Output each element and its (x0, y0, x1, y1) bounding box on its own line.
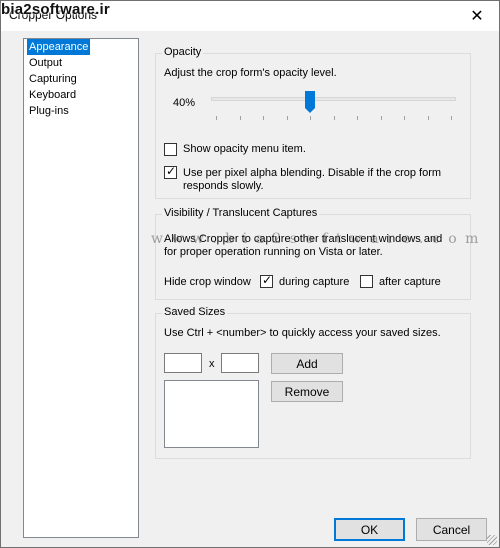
nav-item-output[interactable]: Output (27, 55, 64, 71)
slider-tick (357, 116, 358, 120)
hide-crop-window-label: Hide crop window (164, 276, 251, 288)
size-x-separator: x (209, 358, 215, 370)
slider-tick (404, 116, 405, 120)
show-opacity-menu-label: Show opacity menu item. (183, 143, 306, 155)
opacity-description: Adjust the crop form's opacity level. (164, 67, 337, 79)
visibility-description-line2: for proper operation running on Vista or… (164, 246, 383, 258)
slider-tick (451, 116, 452, 120)
during-capture-label: during capture (279, 276, 350, 288)
opacity-value-label: 40% (173, 97, 196, 109)
slider-tick (216, 116, 217, 120)
visibility-group-title: Visibility / Translucent Captures (162, 207, 320, 219)
slider-tick (310, 116, 311, 120)
title-bar[interactable]: Cropper Options bia2software.ir (1, 1, 499, 31)
slider-tick (427, 116, 429, 120)
saved-sizes-description: Use Ctrl + <number> to quickly access yo… (164, 327, 441, 339)
during-capture-checkbox[interactable] (260, 273, 273, 288)
opacity-slider-track[interactable] (211, 97, 456, 101)
opacity-group-title: Opacity (162, 46, 204, 58)
ok-button[interactable]: OK (334, 518, 405, 541)
options-nav-list[interactable]: Appearance Output Capturing Keyboard Plu… (23, 38, 139, 538)
resize-grip-icon[interactable] (487, 535, 497, 545)
add-size-button[interactable]: Add (271, 353, 343, 374)
after-capture-label: after capture (379, 276, 441, 288)
after-capture-checkbox[interactable] (360, 275, 373, 288)
saved-size-width-input[interactable] (164, 353, 202, 373)
watermark-overlay: w w w . b i a 2 s o f t w a r e . c o m (151, 231, 481, 247)
slider-tick (239, 116, 241, 120)
nav-item-capturing[interactable]: Capturing (27, 71, 79, 87)
saved-sizes-list[interactable] (164, 380, 259, 448)
cropper-options-window: Cropper Options bia2software.ir Appearan… (0, 0, 500, 548)
nav-item-keyboard[interactable]: Keyboard (27, 87, 78, 103)
opacity-slider-thumb[interactable] (305, 91, 315, 113)
slider-tick (380, 116, 382, 120)
slider-tick (286, 116, 288, 120)
nav-item-plug-ins[interactable]: Plug-ins (27, 103, 71, 119)
saved-size-height-input[interactable] (221, 353, 259, 373)
alpha-blending-label-line1: Use per pixel alpha blending. Disable if… (183, 167, 442, 179)
remove-size-button[interactable]: Remove (271, 381, 343, 402)
alpha-blending-checkbox[interactable] (164, 164, 177, 179)
close-icon[interactable] (455, 1, 499, 31)
nav-item-appearance[interactable]: Appearance (27, 39, 91, 55)
watermark-logo: bia2software.ir (1, 1, 110, 18)
slider-tick (263, 116, 264, 120)
show-opacity-menu-checkbox[interactable] (164, 143, 177, 156)
alpha-blending-label-line2: responds slowly. (183, 180, 264, 192)
slider-tick (333, 116, 335, 120)
saved-sizes-group-title: Saved Sizes (162, 306, 228, 318)
cancel-button[interactable]: Cancel (416, 518, 487, 541)
